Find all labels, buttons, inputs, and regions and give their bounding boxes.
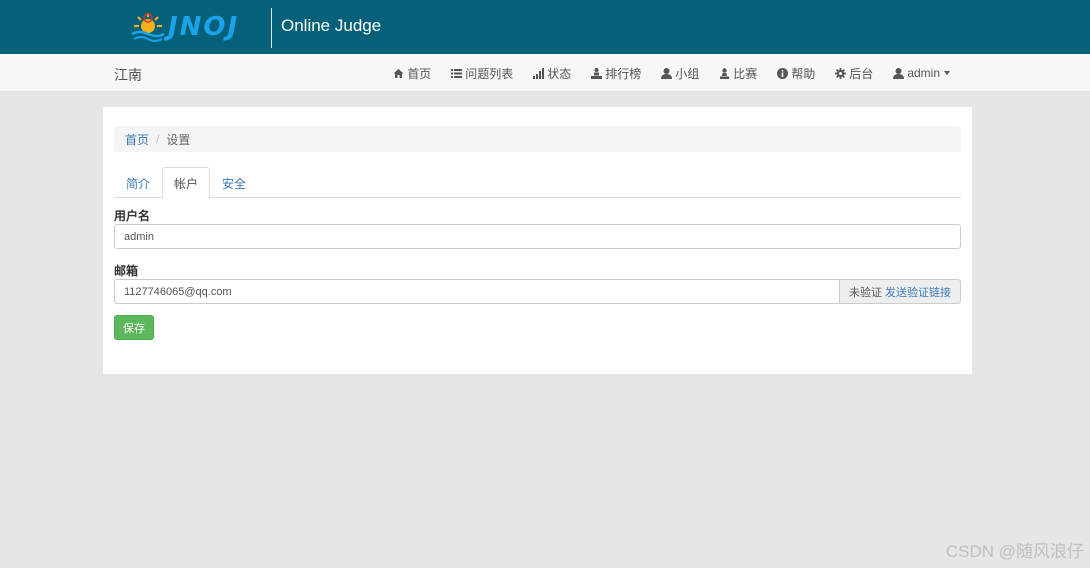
tab-account[interactable]: 帐户 bbox=[162, 167, 211, 199]
sun-logo-icon bbox=[130, 10, 166, 44]
send-verify-link[interactable]: 发送验证链接 bbox=[885, 284, 951, 300]
user-dropdown-label: admin bbox=[907, 66, 940, 80]
info-icon bbox=[777, 67, 789, 79]
site-logo[interactable]: JNOJ bbox=[130, 8, 239, 46]
breadcrumb: 首页 / 设置 bbox=[114, 126, 961, 152]
nav-item-home[interactable]: 首页 bbox=[393, 65, 431, 82]
list-icon bbox=[451, 68, 463, 79]
tab-profile[interactable]: 简介 bbox=[114, 167, 162, 198]
email-input-group: 1127746065@qq.com 未验证 发送验证链接 bbox=[114, 279, 961, 304]
nav-item-label: 帮助 bbox=[791, 66, 816, 81]
username-field[interactable]: admin bbox=[114, 224, 961, 249]
breadcrumb-home-link[interactable]: 首页 bbox=[125, 131, 149, 148]
signal-icon bbox=[533, 67, 545, 79]
user-icon bbox=[893, 67, 905, 79]
navbar-brand[interactable]: 江南 bbox=[114, 65, 142, 85]
nav-item-label: 比赛 bbox=[733, 66, 758, 81]
podium-icon bbox=[591, 67, 603, 79]
nav-item-ranklist[interactable]: 排行榜 bbox=[591, 65, 641, 82]
nav-item-label: 后台 bbox=[849, 66, 874, 81]
username-label: 用户名 bbox=[114, 209, 151, 223]
nav-item-label: 首页 bbox=[407, 66, 432, 81]
nav-item-groups[interactable]: 小组 bbox=[661, 65, 699, 82]
user-icon bbox=[661, 67, 673, 79]
settings-panel: 首页 / 设置 简介 帐户 安全 用户名 admin 邮箱 1127746065… bbox=[103, 107, 972, 374]
breadcrumb-separator: / bbox=[156, 132, 160, 146]
nav-item-admin[interactable]: 后台 bbox=[835, 65, 873, 82]
email-field[interactable]: 1127746065@qq.com bbox=[114, 279, 839, 304]
nav-item-label: 排行榜 bbox=[605, 66, 642, 81]
breadcrumb-current: 设置 bbox=[166, 132, 191, 147]
settings-tabs: 简介 帐户 安全 bbox=[114, 167, 961, 199]
logo-divider bbox=[271, 8, 272, 48]
email-label: 邮箱 bbox=[114, 264, 139, 278]
verify-status: 未验证 bbox=[849, 286, 882, 299]
top-header: JNOJ Online Judge bbox=[0, 0, 1090, 54]
nav-item-contests[interactable]: 比赛 bbox=[719, 65, 757, 82]
caret-down-icon bbox=[944, 71, 950, 75]
site-title: Online Judge bbox=[281, 16, 382, 35]
nav-item-status[interactable]: 状态 bbox=[533, 65, 571, 82]
email-verify-addon: 未验证 发送验证链接 bbox=[839, 279, 961, 304]
user-dropdown[interactable]: admin bbox=[893, 66, 950, 80]
nav-menu: 首页 问题列表 状态 排行榜 小组 比赛 帮助 后台 admin bbox=[373, 54, 950, 92]
save-button[interactable]: 保存 bbox=[114, 315, 154, 340]
pawn-icon bbox=[719, 67, 730, 79]
main-navbar: 江南 首页 问题列表 状态 排行榜 小组 比赛 帮助 后台 admin bbox=[0, 54, 1090, 92]
logo-text: JNOJ bbox=[168, 12, 240, 42]
nav-item-label: 状态 bbox=[547, 66, 572, 81]
nav-item-help[interactable]: 帮助 bbox=[777, 65, 815, 82]
gear-icon bbox=[835, 67, 847, 79]
nav-item-problems[interactable]: 问题列表 bbox=[451, 65, 513, 82]
nav-item-label: 小组 bbox=[675, 66, 700, 81]
tab-security[interactable]: 安全 bbox=[210, 167, 258, 198]
home-icon bbox=[393, 68, 404, 79]
watermark: CSDN @随风浪仔 bbox=[945, 542, 1084, 561]
nav-item-label: 问题列表 bbox=[465, 66, 514, 81]
